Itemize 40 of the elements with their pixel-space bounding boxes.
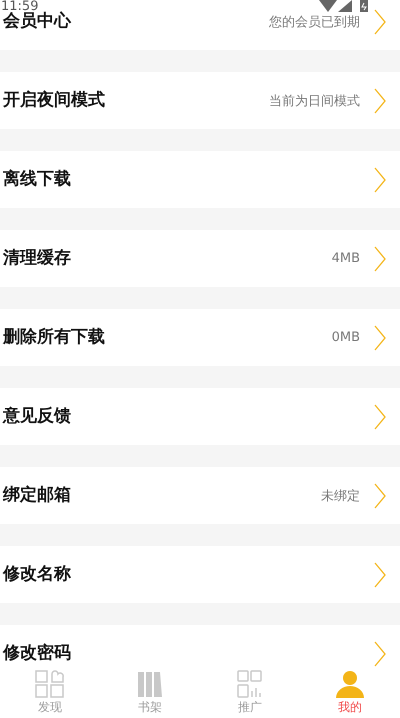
- setting-value: 0MB: [332, 330, 360, 345]
- chevron-icon: [374, 404, 386, 430]
- wifi-icon: [319, 0, 337, 12]
- setting-value: 4MB: [332, 251, 360, 266]
- chevron-icon: [374, 324, 386, 350]
- status-time: 11:59: [1, 0, 38, 13]
- chevron-icon: [374, 640, 386, 666]
- grid-chart-icon: [235, 670, 265, 698]
- settings-row[interactable]: 清理缓存 4MB: [0, 230, 400, 287]
- settings-row[interactable]: 意见反馈: [0, 388, 400, 445]
- setting-value: 您的会员已到期: [269, 14, 360, 30]
- settings-row[interactable]: 删除所有下载 0MB: [0, 309, 400, 366]
- chevron-icon: [374, 166, 386, 192]
- grid-icon: [35, 670, 65, 698]
- settings-row[interactable]: 修改名称: [0, 546, 400, 603]
- setting-value: 未绑定: [321, 488, 360, 504]
- books-icon: [135, 670, 165, 698]
- setting-label: 离线下载: [3, 171, 71, 188]
- chevron-icon: [374, 246, 386, 272]
- setting-label: 绑定邮箱: [3, 487, 71, 504]
- settings-row[interactable]: 绑定邮箱 未绑定: [0, 467, 400, 524]
- chevron-icon: [374, 562, 386, 588]
- chevron-icon: [374, 88, 386, 114]
- settings-row[interactable]: 修改密码: [0, 625, 400, 668]
- battery-icon: [360, 0, 368, 12]
- chevron-icon: [374, 482, 386, 508]
- settings-row[interactable]: 离线下载: [0, 151, 400, 208]
- signal-icon: [338, 0, 352, 12]
- setting-label: 修改名称: [3, 566, 71, 583]
- setting-label: 开启夜间模式: [3, 92, 105, 109]
- tab[interactable]: 我的: [300, 668, 400, 718]
- setting-label: 会员中心: [3, 13, 71, 30]
- setting-label: 修改密码: [3, 645, 71, 662]
- chevron-icon: [374, 8, 386, 34]
- setting-label: 意见反馈: [3, 408, 71, 425]
- setting-value: 当前为日间模式: [269, 92, 360, 110]
- setting-label: 清理缓存: [3, 250, 71, 267]
- person-icon: [335, 670, 365, 698]
- settings-row[interactable]: 开启夜间模式 当前为日间模式: [0, 72, 400, 129]
- setting-label: 删除所有下载: [3, 329, 105, 346]
